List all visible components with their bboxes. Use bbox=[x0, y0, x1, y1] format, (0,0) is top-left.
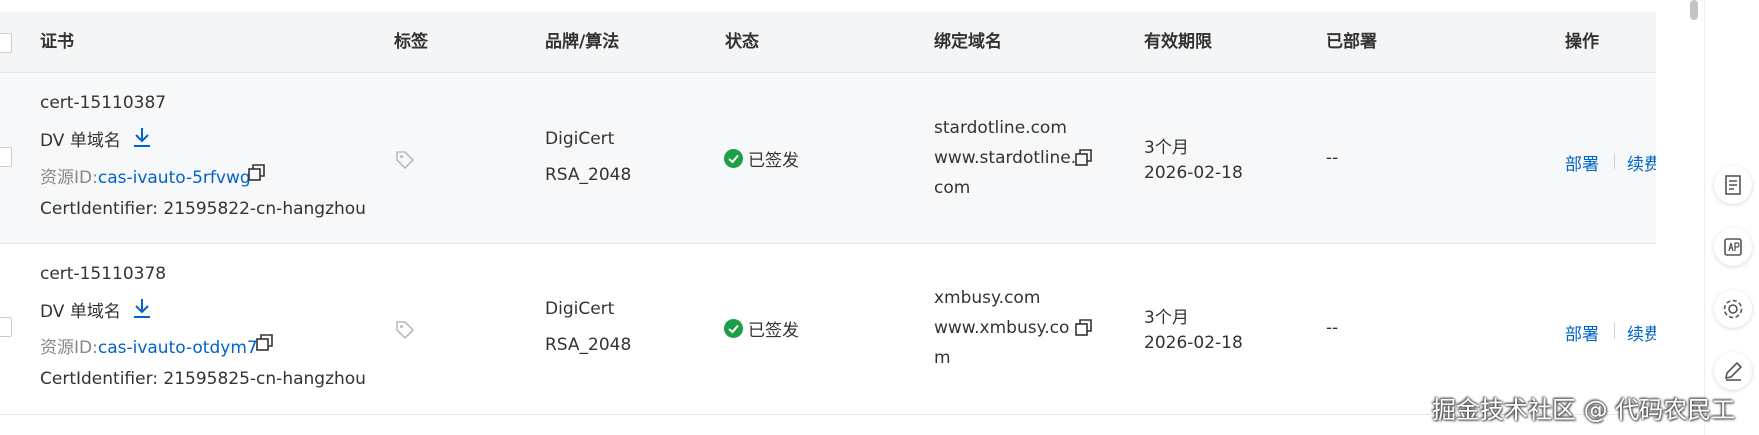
download-icon[interactable] bbox=[132, 126, 152, 153]
resource-id-link[interactable]: cas-ivauto-5rfvwg bbox=[98, 168, 251, 188]
action-divider bbox=[1614, 323, 1615, 339]
copy-icon[interactable] bbox=[1075, 319, 1093, 342]
certificate-table: 证书 标签 品牌/算法 状态 绑定域名 有效期限 已部署 操作 cert-151… bbox=[0, 0, 1656, 435]
resource-id-row: 资源ID:cas-ivauto-otdym7 bbox=[40, 333, 258, 358]
row-checkbox[interactable] bbox=[0, 147, 12, 167]
header-status[interactable]: 状态 bbox=[725, 12, 759, 72]
validity-period: 3个月 bbox=[1144, 308, 1189, 328]
domain-line: xmbusy.com bbox=[934, 288, 1041, 308]
resource-id-row: 资源ID:cas-ivauto-5rfvwg bbox=[40, 163, 251, 188]
domain-line: www.xmbusy.co bbox=[934, 318, 1070, 338]
cert-identifier: CertIdentifier: 21595825-cn-hangzhou bbox=[40, 369, 366, 389]
table-row: cert-15110378 DV 单域名 资源ID:cas-ivauto-otd… bbox=[0, 244, 1656, 415]
edit-icon[interactable] bbox=[1714, 352, 1752, 390]
copy-icon[interactable] bbox=[256, 334, 274, 357]
domain-line: m bbox=[934, 348, 951, 368]
cert-name: cert-15110378 bbox=[40, 264, 167, 284]
vertical-scrollbar[interactable] bbox=[1690, 0, 1698, 20]
deploy-link[interactable]: 部署 bbox=[1565, 320, 1599, 345]
tag-icon[interactable] bbox=[395, 150, 415, 175]
tag-icon[interactable] bbox=[395, 320, 415, 345]
cert-algorithm: RSA_2048 bbox=[545, 335, 632, 355]
row-checkbox[interactable] bbox=[0, 317, 12, 337]
copy-icon[interactable] bbox=[1075, 149, 1093, 172]
renew-link[interactable]: 续费 bbox=[1627, 150, 1656, 175]
domain-line: com bbox=[934, 178, 971, 198]
gear-icon[interactable] bbox=[1714, 290, 1752, 328]
table-row: cert-15110387 DV 单域名 资源ID:cas-ivauto-5rf… bbox=[0, 73, 1656, 244]
validity-period: 3个月 bbox=[1144, 138, 1189, 158]
copy-icon[interactable] bbox=[248, 164, 266, 187]
validity-date: 2026-02-18 bbox=[1144, 333, 1243, 353]
validity-date: 2026-02-18 bbox=[1144, 163, 1243, 183]
api-icon[interactable] bbox=[1714, 228, 1752, 266]
action-divider bbox=[1614, 153, 1615, 169]
deploy-link[interactable]: 部署 bbox=[1565, 150, 1599, 175]
domain-line: www.stardotline. bbox=[934, 148, 1077, 168]
document-icon[interactable] bbox=[1714, 166, 1752, 204]
cert-type: DV 单域名 bbox=[40, 131, 121, 151]
resource-id-label: 资源ID: bbox=[40, 168, 98, 188]
cert-type: DV 单域名 bbox=[40, 302, 121, 322]
status-text: 已签发 bbox=[748, 321, 799, 341]
cert-name: cert-15110387 bbox=[40, 93, 167, 113]
deployed-value: -- bbox=[1326, 318, 1339, 338]
cert-algorithm: RSA_2048 bbox=[545, 165, 632, 185]
header-brand: 品牌/算法 bbox=[545, 32, 620, 52]
renew-link[interactable]: 续费 bbox=[1627, 320, 1656, 345]
select-all-checkbox[interactable] bbox=[0, 33, 12, 53]
watermark: 掘金技术社区 @ 代码农民工 bbox=[1432, 396, 1736, 424]
header-tags: 标签 bbox=[394, 32, 428, 52]
header-domain: 绑定域名 bbox=[934, 32, 1002, 52]
check-circle-icon bbox=[724, 319, 743, 338]
deployed-value: -- bbox=[1326, 148, 1339, 168]
header-deployed: 已部署 bbox=[1326, 32, 1377, 52]
cert-identifier: CertIdentifier: 21595822-cn-hangzhou bbox=[40, 199, 366, 219]
resource-id-label: 资源ID: bbox=[40, 338, 98, 358]
download-icon[interactable] bbox=[132, 297, 152, 324]
table-header: 证书 标签 品牌/算法 状态 绑定域名 有效期限 已部署 操作 bbox=[0, 12, 1656, 73]
domain-line: stardotline.com bbox=[934, 118, 1067, 138]
check-circle-icon bbox=[724, 149, 743, 168]
header-cert[interactable]: 证书 bbox=[40, 12, 74, 72]
cert-brand: DigiCert bbox=[545, 129, 615, 149]
resource-id-link[interactable]: cas-ivauto-otdym7 bbox=[98, 338, 258, 358]
header-actions: 操作 bbox=[1565, 32, 1599, 52]
cert-brand: DigiCert bbox=[545, 299, 615, 319]
status-text: 已签发 bbox=[748, 151, 799, 171]
header-validity[interactable]: 有效期限 bbox=[1144, 12, 1212, 72]
